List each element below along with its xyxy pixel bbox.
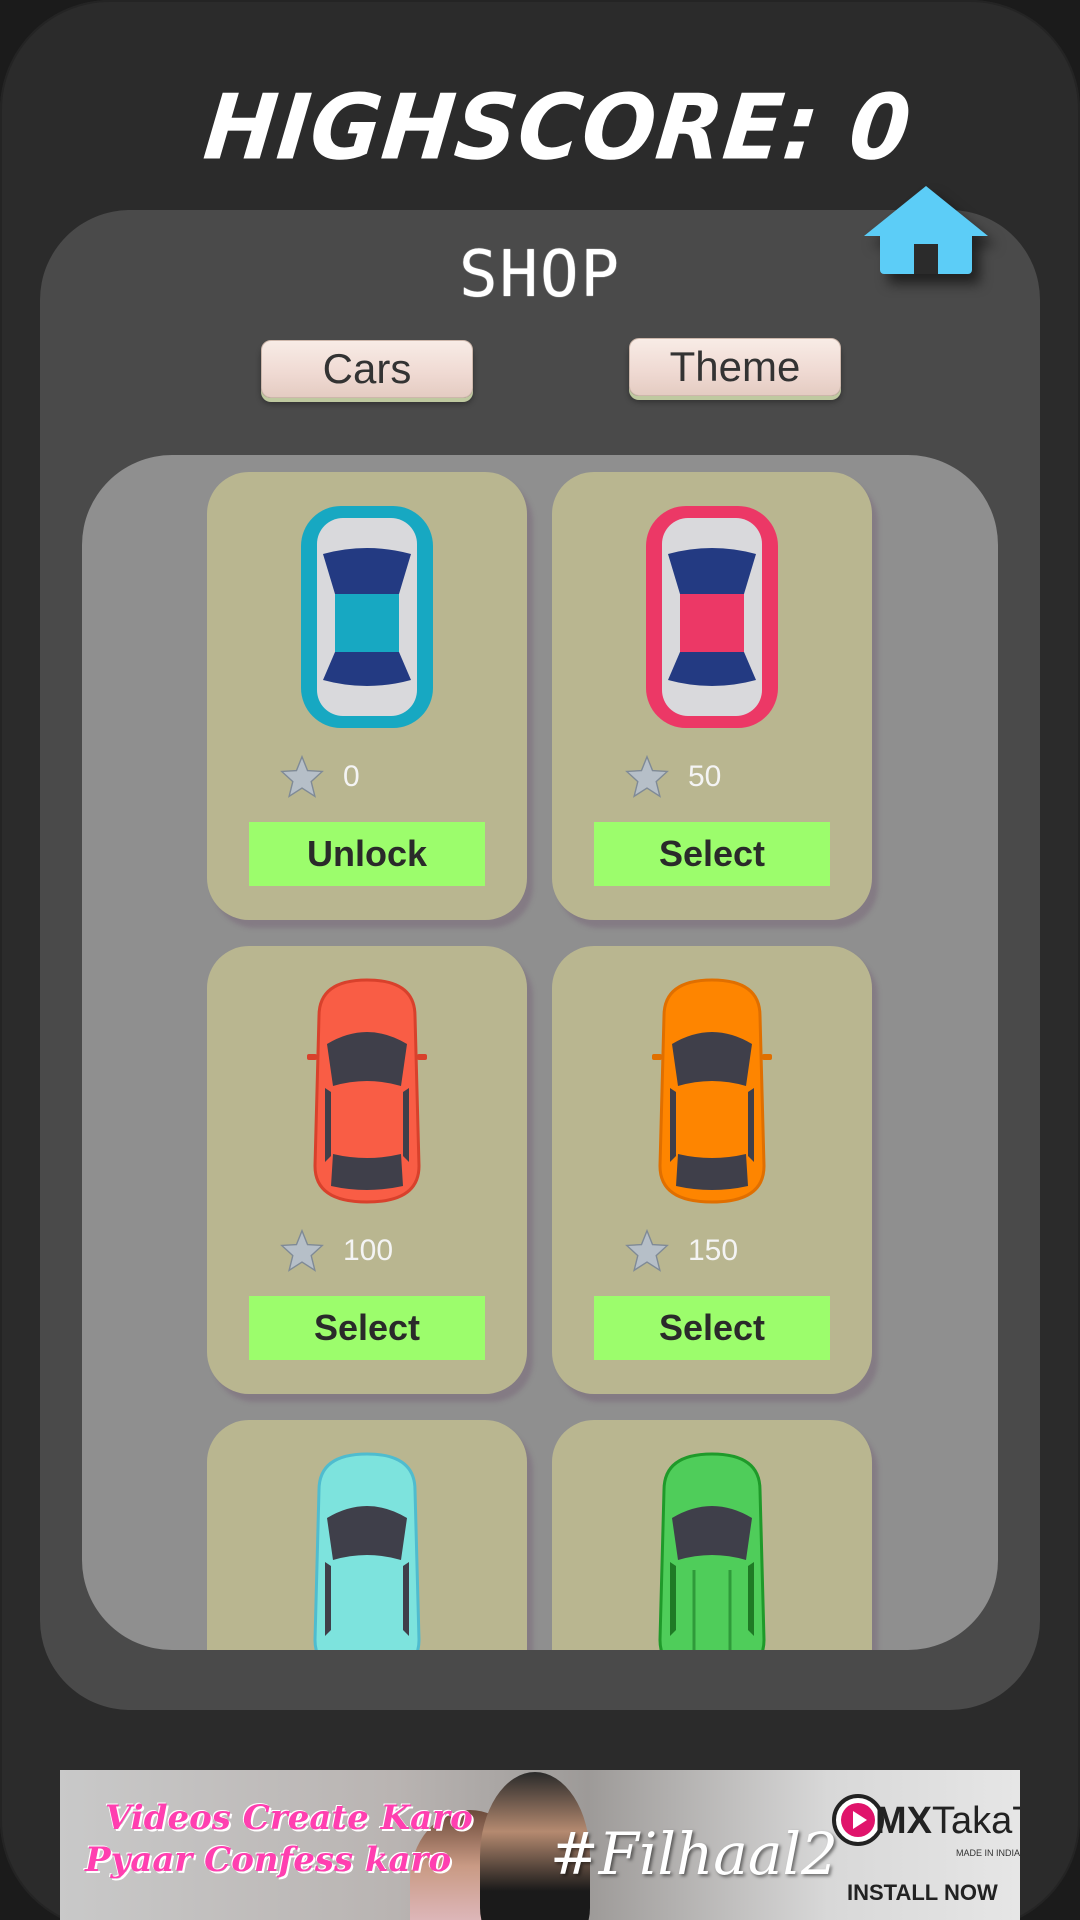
ad-line-2: Pyaar Confess karo (85, 1840, 452, 1880)
tab-cars[interactable]: Cars (261, 340, 473, 398)
car-green-image (552, 1450, 872, 1650)
car-card (207, 1420, 527, 1650)
car-cyan-image (207, 1450, 527, 1650)
price-row: 100 (279, 1226, 393, 1276)
select-button[interactable]: Select (594, 1296, 830, 1360)
star-icon (280, 1228, 324, 1272)
ad-brand: MXTakaTak (875, 1800, 1020, 1842)
car-red-image (207, 976, 527, 1206)
car-card: 0 Unlock (207, 472, 527, 920)
home-button[interactable] (860, 180, 992, 280)
car-price: 100 (343, 1234, 394, 1267)
ad-brand-sub: MADE IN INDIA (956, 1848, 1020, 1858)
star-icon (625, 754, 669, 798)
car-card: 150 Select (552, 946, 872, 1394)
car-orange-image (552, 976, 872, 1206)
price-row: 150 (624, 1226, 738, 1276)
unlock-button[interactable]: Unlock (249, 822, 485, 886)
star-icon (280, 754, 324, 798)
car-teal-sedan-image (207, 502, 527, 732)
ad-hashtag: #Filhaal2 (550, 1820, 838, 1888)
select-button[interactable]: Select (594, 822, 830, 886)
select-button[interactable]: Select (249, 1296, 485, 1360)
car-card: 50 Select (552, 472, 872, 920)
highscore-label: HIGHSCORE: 0 (199, 75, 917, 181)
car-price: 50 (688, 760, 722, 793)
price-row: 0 (279, 752, 360, 802)
ad-banner[interactable]: Videos Create Karo Pyaar Confess karo #F… (60, 1770, 1020, 1920)
car-card: 100 Select (207, 946, 527, 1394)
home-icon (864, 186, 988, 274)
car-grid: 0 Unlock 50 Select 100 Select 150 Select (82, 455, 998, 1650)
car-card (552, 1420, 872, 1650)
ad-line-1: Videos Create Karo (105, 1798, 473, 1838)
app-screen: HIGHSCORE: 0 SHOP Cars Theme 0 Unlock 50… (0, 0, 1080, 1920)
ad-install-button[interactable]: INSTALL NOW (847, 1880, 998, 1906)
price-row: 50 (624, 752, 721, 802)
car-price: 0 (343, 760, 360, 793)
car-price: 150 (688, 1234, 739, 1267)
star-icon (625, 1228, 669, 1272)
tab-theme[interactable]: Theme (629, 338, 841, 396)
car-pink-sedan-image (552, 502, 872, 732)
